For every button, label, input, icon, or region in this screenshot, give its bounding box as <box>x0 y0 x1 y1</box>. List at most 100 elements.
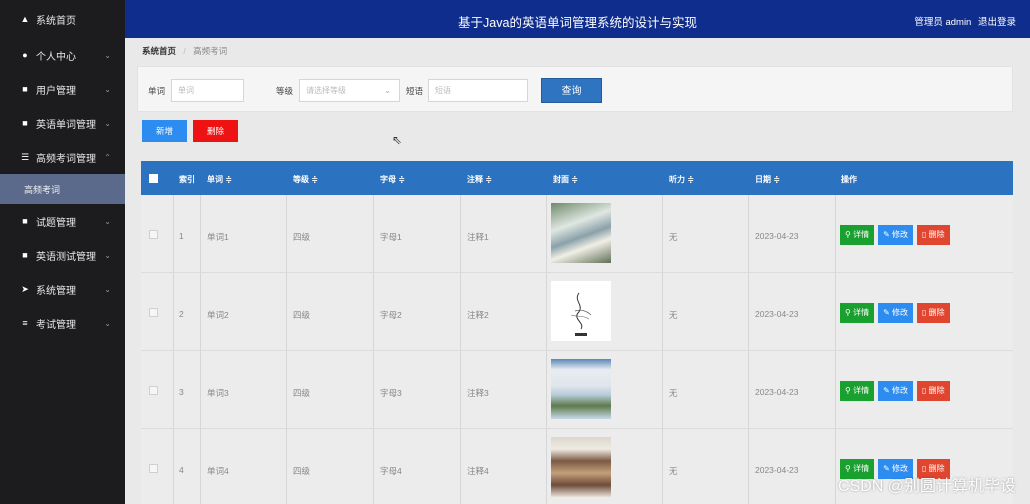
app-title: 基于Java的英语单词管理系统的设计与实现 <box>458 16 697 30</box>
sidebar-item-personal[interactable]: ● 个人中心 ⌄ <box>0 38 125 72</box>
sidebar-item-home[interactable]: ▲ 系统首页 <box>0 0 125 38</box>
table-header: 索引 单词 ≑ 等级 ≑ 字母 ≑ 注释 ≑ 封面 ≑ 听力 ≑ 日期 ≑ 操作 <box>141 161 1013 195</box>
delete-button[interactable]: 删除 <box>193 120 238 142</box>
sidebar-item-tests[interactable]: ■ 英语测试管理 ⌄ <box>0 238 125 272</box>
row-checkbox[interactable] <box>149 464 158 473</box>
sidebar-item-label: 高频考词管理 <box>36 153 96 165</box>
detail-label: 详情 <box>853 308 870 317</box>
delete-label: 删除 <box>928 386 945 395</box>
delete-row-button[interactable]: ▯ 删除 <box>917 381 950 401</box>
detail-button[interactable]: ⚲ 详情 <box>840 225 875 245</box>
edit-icon: ✎ <box>883 386 893 395</box>
list-icon: ☰ <box>20 151 30 162</box>
header-ops: 操作 <box>841 175 857 184</box>
cell-word: 单词4 <box>207 466 229 476</box>
edit-label: 修改 <box>892 386 909 395</box>
delete-label: 删除 <box>928 230 945 239</box>
word-label: 单词 <box>148 86 166 96</box>
phrase-label: 短语 <box>406 86 424 96</box>
table-row: 3 单词3 四级 字母3 注释3 无 2023-04-23 ⚲ 详情 ✎ 修改 ▯ … <box>141 351 1013 429</box>
admin-label: 管理员 admin <box>914 17 972 28</box>
cell-note: 注释1 <box>467 232 489 242</box>
search-icon: ⚲ <box>845 230 854 239</box>
sidebar-item-label: 英语单词管理 <box>36 119 96 131</box>
sidebar-item-questions[interactable]: ■ 试题管理 ⌄ <box>0 204 125 238</box>
cell-note: 注释3 <box>467 388 489 398</box>
sidebar-item-label: 用户管理 <box>36 85 76 97</box>
header-note[interactable]: 注释 ≑ <box>467 174 492 185</box>
logout-link[interactable]: 退出登录 <box>978 17 1016 28</box>
edit-button[interactable]: ✎ 修改 <box>878 225 914 245</box>
header-index: 索引 <box>179 175 195 184</box>
cell-letter: 字母2 <box>380 310 402 320</box>
breadcrumb: 系统首页 / 高频考词 <box>142 45 227 57</box>
sidebar-item-label: 英语测试管理 <box>36 251 96 263</box>
level-select-placeholder: 请选择等级 <box>306 86 346 95</box>
sidebar-item-exams[interactable]: ≡ 考试管理 ⌄ <box>0 306 125 340</box>
detail-button[interactable]: ⚲ 详情 <box>840 303 875 323</box>
trash-icon: ▯ <box>922 230 929 239</box>
header-letter[interactable]: 字母 ≑ <box>380 174 405 185</box>
cell-word: 单词3 <box>207 388 229 398</box>
sidebar-item-label: 系统首页 <box>36 15 76 27</box>
phrase-input[interactable]: 短语 <box>428 79 528 102</box>
sidebar-item-frequent-words[interactable]: ☰ 高频考词管理 ⌃ <box>0 140 125 174</box>
delete-row-button[interactable]: ▯ 删除 <box>917 225 950 245</box>
header-word[interactable]: 单词 ≑ <box>207 174 232 185</box>
sidebar: ▲ 系统首页 ● 个人中心 ⌄ ■ 用户管理 ⌄ ■ 英语单词管理 ⌄ ☰ 高频… <box>0 0 125 504</box>
cover-image[interactable] <box>551 437 611 497</box>
cover-image[interactable] <box>551 281 611 341</box>
cell-level: 四级 <box>293 232 311 242</box>
cell-index: 1 <box>179 231 184 241</box>
search-icon: ⚲ <box>845 308 854 317</box>
edit-button[interactable]: ✎ 修改 <box>878 303 914 323</box>
sidebar-item-label: 试题管理 <box>36 217 76 229</box>
delete-label: 删除 <box>928 308 945 317</box>
query-button[interactable]: 查询 <box>541 78 602 103</box>
header-listening[interactable]: 听力 ≑ <box>669 174 694 185</box>
cell-index: 3 <box>179 387 184 397</box>
cell-listening: 无 <box>669 310 678 320</box>
level-select[interactable]: 请选择等级 ⌄ <box>299 79 400 102</box>
sidebar-item-words[interactable]: ■ 英语单词管理 ⌄ <box>0 106 125 140</box>
chevron-down-icon: ⌄ <box>104 250 111 260</box>
top-header: 基于Java的英语单词管理系统的设计与实现 管理员 admin 退出登录 <box>125 0 1030 38</box>
sidebar-item-users[interactable]: ■ 用户管理 ⌄ <box>0 72 125 106</box>
header-level[interactable]: 等级 ≑ <box>293 174 318 185</box>
breadcrumb-home[interactable]: 系统首页 <box>142 46 176 56</box>
home-icon: ▲ <box>20 14 30 24</box>
chevron-down-icon: ⌄ <box>104 50 111 60</box>
row-checkbox[interactable] <box>149 308 158 317</box>
edit-icon: ✎ <box>883 308 893 317</box>
cell-level: 四级 <box>293 310 311 320</box>
edit-label: 修改 <box>892 230 909 239</box>
sidebar-subitem-frequent[interactable]: 高频考词 <box>0 174 125 204</box>
detail-button[interactable]: ⚲ 详情 <box>840 381 875 401</box>
cover-image[interactable] <box>551 203 611 263</box>
sidebar-item-system[interactable]: ➤ 系统管理 ⌄ <box>0 272 125 306</box>
cell-date: 2023-04-23 <box>755 387 799 397</box>
cell-letter: 字母3 <box>380 388 402 398</box>
breadcrumb-current: 高频考词 <box>193 46 228 56</box>
sidebar-item-label: 个人中心 <box>36 51 76 63</box>
detail-label: 详情 <box>853 386 870 395</box>
cell-listening: 无 <box>669 232 678 242</box>
grid-icon: ■ <box>22 118 28 128</box>
row-checkbox[interactable] <box>149 230 158 239</box>
header-date[interactable]: 日期 ≑ <box>755 174 780 185</box>
grid-icon: ■ <box>22 84 28 94</box>
cell-note: 注释2 <box>467 310 489 320</box>
header-cover[interactable]: 封面 ≑ <box>553 174 578 185</box>
cell-date: 2023-04-23 <box>755 231 799 241</box>
edit-button[interactable]: ✎ 修改 <box>878 381 914 401</box>
edit-icon: ✎ <box>883 230 893 239</box>
add-button[interactable]: 新增 <box>142 120 187 142</box>
word-input[interactable]: 单词 <box>171 79 244 102</box>
row-checkbox[interactable] <box>149 386 158 395</box>
delete-row-button[interactable]: ▯ 删除 <box>917 303 950 323</box>
cover-image[interactable] <box>551 359 611 419</box>
cell-level: 四级 <box>293 388 311 398</box>
sliders-icon: ≡ <box>22 318 28 328</box>
select-all-checkbox[interactable] <box>149 174 158 183</box>
cell-index: 4 <box>179 465 184 475</box>
